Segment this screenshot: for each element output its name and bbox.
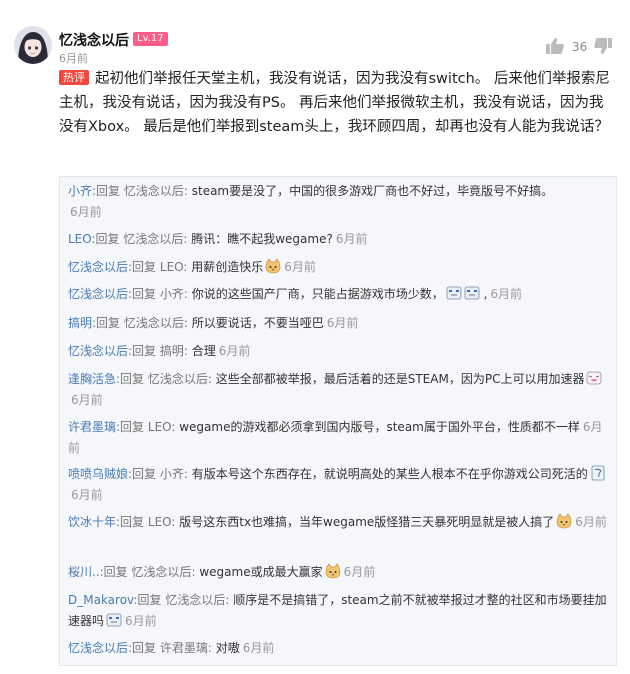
doc-face-emoji-icon (590, 465, 606, 481)
reply-label: :回复 (128, 467, 157, 481)
reply-text: wegame的游戏都必须拿到国内版号，steam属于国外平台，性质都不一样 (175, 420, 580, 434)
reply-label: :回复 (133, 593, 162, 607)
reply-text: 这些全部都被举报，最后活着的还是STEAM，因为PC上可以用加速器 (211, 372, 585, 386)
reply-item: 小齐:回复 忆浅念以后: steam要是没了，中国的很多游戏厂商也不好过，毕竟版… (68, 181, 608, 223)
reply-item: 忆浅念以后:回复 许君墨璃: 对嗷 6月前 (68, 638, 608, 659)
cat-face-emoji-icon (265, 258, 281, 274)
reply-time: 6月前 (490, 287, 523, 301)
reply-author-link[interactable]: 桜川.. (68, 565, 100, 579)
comment-text: 起初他们举报任天堂主机，我没有说话，因为我没有switch。 后来他们举报索尼主… (59, 71, 610, 135)
reply-text: steam要是没了，中国的很多游戏厂商也不好过，毕竟版号不好搞。 (187, 184, 554, 198)
reply-target[interactable]: 忆浅念以后: (120, 184, 188, 198)
reply-label: :回复 (92, 316, 121, 330)
reply-item: LEO:回复 忆浅念以后: 腾讯：瞧不起我wegame? 6月前 (68, 229, 608, 250)
tv-face-emoji-icon (446, 285, 462, 301)
reply-author-link[interactable]: 忆浅念以后 (68, 287, 128, 301)
reply-text: 腾讯：瞧不起我wegame? (187, 232, 333, 246)
reply-text: wegame或成最大赢家 (195, 565, 323, 579)
reply-item: 逢胸活急:回复 忆浅念以后: 这些全部都被举报，最后活着的还是STEAM，因为P… (68, 369, 608, 411)
reply-item: 喷喷乌贼娘:回复 小齐: 有版本号这个东西存在，就说明高处的某些人根本不在乎你游… (68, 464, 608, 506)
reply-label: :回复 (128, 260, 157, 274)
reply-time: 6月前 (242, 641, 275, 655)
reply-time: 6月前 (284, 260, 316, 274)
reply-target[interactable]: 小齐: (156, 287, 188, 301)
reply-target[interactable]: 忆浅念以后: (120, 232, 187, 246)
reply-text: 版号这东西tx也难搞，当年wegame版怪猎三天暴死明显就是被人搞了 (175, 515, 555, 529)
reply-time: 6月前 (70, 205, 102, 219)
reply-item: 许君墨璃:回复 LEO: wegame的游戏都必须拿到国内版号，steam属于国… (68, 417, 608, 459)
reply-text: 对嗷 (211, 641, 240, 655)
like-icon[interactable] (546, 38, 564, 58)
reply-target[interactable]: 小齐: (156, 467, 188, 481)
hot-comment-tag: 热评 (59, 70, 89, 85)
comment-username[interactable]: 忆浅念以后 (59, 30, 129, 50)
reply-text: 有版本号这个东西存在，就说明高处的某些人根本不在乎你游戏公司死活的 (187, 467, 588, 481)
reply-target[interactable]: 许君墨璃: (156, 641, 212, 655)
reply-author-link[interactable]: 忆浅念以后 (68, 344, 128, 358)
level-badge: Lv.17 (133, 32, 168, 46)
laugh-face-emoji-icon (586, 370, 602, 386)
avatar[interactable] (14, 26, 52, 64)
reply-label: :回复 (116, 372, 145, 386)
reply-item: 忆浅念以后:回复 小齐: 你说的这些国产厂商，只能占据游戏市场少数， , 6月前 (68, 284, 608, 305)
reply-text: 你说的这些国产厂商，只能占据游戏市场少数， (187, 287, 444, 301)
reply-label: :回复 (99, 565, 128, 579)
reply-text: 用薪创造快乐 (187, 260, 264, 274)
reply-list: 小齐:回复 忆浅念以后: steam要是没了，中国的很多游戏厂商也不好过，毕竟版… (59, 176, 617, 666)
cat-face-emoji-icon (556, 513, 572, 529)
reply-target[interactable]: 忆浅念以后: (120, 316, 188, 330)
reply-item: 忆浅念以后:回复 搞明: 合理 6月前 (68, 341, 608, 362)
reply-label: :回复 (116, 515, 145, 529)
reply-target[interactable]: 忆浅念以后: (162, 593, 229, 607)
reply-author-link[interactable]: 小齐 (68, 184, 92, 198)
reply-author-link[interactable]: LEO (68, 232, 92, 246)
cat-face-emoji-icon (325, 563, 341, 579)
dislike-icon[interactable] (594, 38, 612, 58)
reply-time: 6月前 (575, 515, 607, 529)
reply-time: 6月前 (218, 344, 251, 358)
reply-author-link[interactable]: 喷喷乌贼娘 (68, 467, 128, 481)
reply-label: :回复 (92, 184, 121, 198)
reply-author-link[interactable]: 许君墨璃 (68, 420, 116, 434)
tv-face-emoji-icon (464, 285, 480, 301)
reply-text: 合理 (187, 344, 216, 358)
reply-label: :回复 (116, 420, 145, 434)
reply-item: 桜川..:回复 忆浅念以后: wegame或成最大赢家 6月前 (68, 562, 608, 583)
comment-time: 6月前 (59, 52, 88, 65)
reply-time: 6月前 (71, 488, 103, 502)
reply-target[interactable]: LEO: (156, 260, 188, 274)
reply-item: 饮冰十年:回复 LEO: 版号这东西tx也难搞，当年wegame版怪猎三天暴死明… (68, 512, 608, 533)
reply-time: 6月前 (71, 393, 103, 407)
reply-author-link[interactable]: 忆浅念以后 (68, 641, 128, 655)
reply-target[interactable]: 搞明: (156, 344, 188, 358)
reply-author-link[interactable]: 饮冰十年 (68, 515, 116, 529)
reply-time: 6月前 (326, 316, 359, 330)
reply-time: 6月前 (343, 565, 376, 579)
reply-author-link[interactable]: D_Makarov (68, 593, 134, 607)
reply-label: :回复 (128, 287, 157, 301)
reply-label: :回复 (91, 232, 120, 246)
tv-face-emoji-icon (106, 612, 122, 628)
like-count: 36 (572, 40, 588, 54)
comment-body: 热评 起初他们举报任天堂主机，我没有说话，因为我没有switch。 后来他们举报索… (59, 67, 617, 139)
reply-text: 所以要说话，不要当哑巴 (187, 316, 324, 330)
reply-comma: , (479, 287, 488, 301)
reply-label: :回复 (128, 641, 157, 655)
reply-target[interactable]: LEO: (144, 420, 176, 434)
reply-target[interactable]: 忆浅念以后: (128, 565, 196, 579)
avatar-anime-girl-icon (14, 26, 52, 64)
reply-target[interactable]: 忆浅念以后: (144, 372, 212, 386)
reply-item: 忆浅念以后:回复 LEO: 用薪创造快乐 6月前 (68, 257, 608, 278)
reply-author-link[interactable]: 逢胸活急 (68, 372, 116, 386)
reply-time: 6月前 (125, 614, 157, 628)
reply-item: D_Makarov:回复 忆浅念以后: 顺序是不是搞错了，steam之前不就被举… (68, 590, 608, 632)
reply-author-link[interactable]: 搞明 (68, 316, 92, 330)
reply-item: 搞明:回复 忆浅念以后: 所以要说话，不要当哑巴 6月前 (68, 313, 608, 334)
reply-author-link[interactable]: 忆浅念以后 (68, 260, 128, 274)
reply-label: :回复 (128, 344, 157, 358)
reply-time: 6月前 (335, 232, 368, 246)
reply-target[interactable]: LEO: (144, 515, 176, 529)
